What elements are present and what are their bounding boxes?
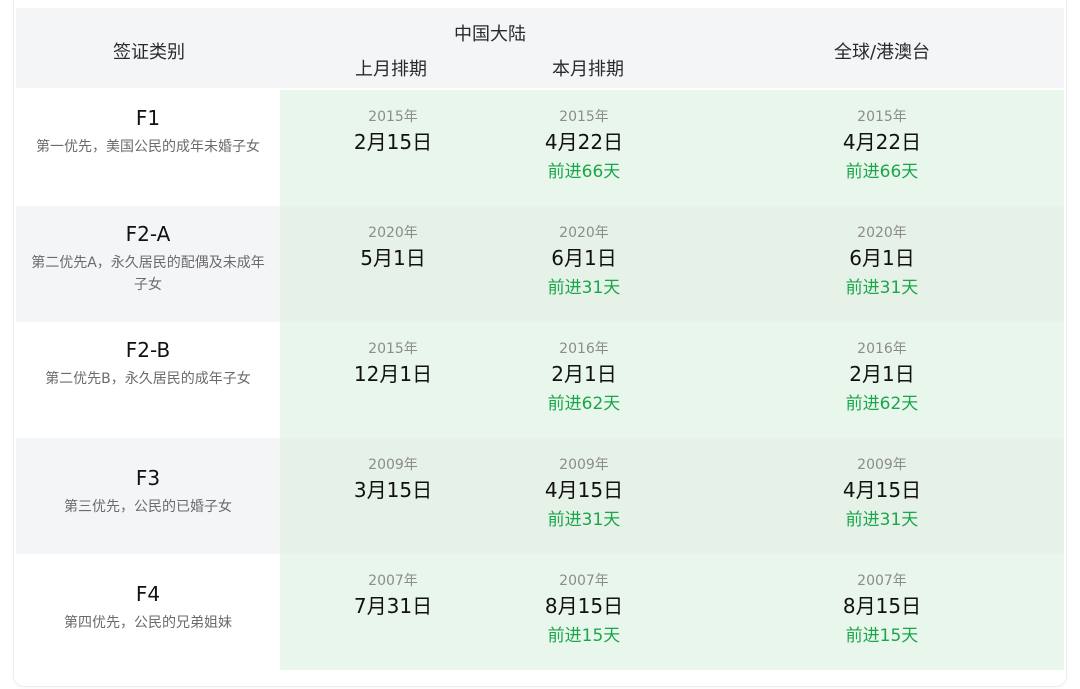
table-header: 签证类别 中国大陆 上月排期 本月排期 全球/港澳台 (16, 8, 1064, 88)
this-month-cell: 2020年 6月1日 前进31天 (504, 224, 664, 300)
category-cell: F2-A 第二优先A，永久居民的配偶及未成年子女 (16, 206, 280, 322)
global-advance: 前进62天 (845, 394, 919, 414)
global-advance: 前进15天 (845, 626, 919, 646)
global-advance: 前进31天 (845, 278, 919, 298)
visa-description: 第三优先，公民的已婚子女 (64, 499, 232, 515)
global-cell: 2007年 8月15日 前进15天 (802, 572, 962, 648)
header-mainland: 中国大陆 (454, 24, 526, 45)
this-month-date: 2月1日 (551, 362, 617, 386)
table-row-f2a: F2-A 第二优先A，永久居民的配偶及未成年子女 2020年 5月1日 2020… (16, 206, 1064, 322)
this-month-advance: 前进31天 (547, 510, 621, 530)
data-cells: 2007年 7月31日 2007年 8月15日 前进15天 2007年 8月15… (280, 554, 1064, 670)
this-month-advance: 前进15天 (547, 626, 621, 646)
visa-description: 第二优先B，永久居民的成年子女 (45, 371, 251, 387)
last-month-year: 2020年 (368, 225, 418, 241)
this-month-cell: 2007年 8月15日 前进15天 (504, 572, 664, 648)
global-date: 8月15日 (842, 594, 922, 618)
global-advance: 前进31天 (845, 510, 919, 530)
header-global: 全球/港澳台 (833, 42, 931, 63)
global-year: 2016年 (857, 341, 907, 357)
visa-code: F2-B (125, 338, 171, 362)
global-cell: 2016年 2月1日 前进62天 (802, 340, 962, 416)
global-year: 2015年 (857, 109, 907, 125)
this-month-year: 2015年 (559, 109, 609, 125)
header-this-month: 本月排期 (552, 59, 624, 80)
this-month-advance: 前进66天 (547, 162, 621, 182)
global-year: 2020年 (857, 225, 907, 241)
visa-code: F2-A (125, 222, 171, 246)
this-month-date: 4月22日 (544, 130, 624, 154)
header-category: 签证类别 (113, 42, 185, 63)
this-month-advance: 前进31天 (547, 278, 621, 298)
category-cell: F2-B 第二优先B，永久居民的成年子女 (16, 322, 280, 438)
global-date: 4月15日 (842, 478, 922, 502)
this-month-year: 2020年 (559, 225, 609, 241)
last-month-year: 2009年 (368, 457, 418, 473)
category-cell: F1 第一优先，美国公民的成年未婚子女 (16, 90, 280, 206)
last-month-date: 5月1日 (360, 246, 426, 270)
this-month-year: 2016年 (559, 341, 609, 357)
table-row-f4: F4 第四优先，公民的兄弟姐妹 2007年 7月31日 2007年 8月15日 … (16, 554, 1064, 670)
this-month-date: 4月15日 (544, 478, 624, 502)
global-advance: 前进66天 (845, 162, 919, 182)
data-cells: 2009年 3月15日 2009年 4月15日 前进31天 2009年 4月15… (280, 438, 1064, 554)
category-cell: F4 第四优先，公民的兄弟姐妹 (16, 554, 280, 670)
global-date: 6月1日 (849, 246, 915, 270)
visa-code: F3 (135, 466, 161, 490)
last-month-date: 12月1日 (353, 362, 433, 386)
global-cell: 2009年 4月15日 前进31天 (802, 456, 962, 532)
last-month-date: 2月15日 (353, 130, 433, 154)
category-cell: F3 第三优先，公民的已婚子女 (16, 438, 280, 554)
visa-description: 第一优先，美国公民的成年未婚子女 (36, 139, 260, 155)
last-month-cell: 2020年 5月1日 (313, 224, 473, 272)
last-month-date: 3月15日 (353, 478, 433, 502)
last-month-cell: 2015年 2月15日 (313, 108, 473, 156)
last-month-cell: 2015年 12月1日 (313, 340, 473, 388)
last-month-cell: 2009年 3月15日 (313, 456, 473, 504)
data-cells: 2020年 5月1日 2020年 6月1日 前进31天 2020年 6月1日 前… (280, 206, 1064, 322)
last-month-year: 2015年 (368, 109, 418, 125)
last-month-date: 7月31日 (353, 594, 433, 618)
visa-code: F1 (135, 106, 161, 130)
this-month-date: 6月1日 (551, 246, 617, 270)
visa-code: F4 (135, 582, 161, 606)
this-month-cell: 2015年 4月22日 前进66天 (504, 108, 664, 184)
this-month-cell: 2016年 2月1日 前进62天 (504, 340, 664, 416)
data-cells: 2015年 12月1日 2016年 2月1日 前进62天 2016年 2月1日 … (280, 322, 1064, 438)
last-month-year: 2015年 (368, 341, 418, 357)
global-year: 2007年 (857, 573, 907, 589)
data-cells: 2015年 2月15日 2015年 4月22日 前进66天 2015年 4月22… (280, 90, 1064, 206)
visa-description: 第二优先A，永久居民的配偶及未成年子女 (31, 255, 265, 293)
this-month-date: 8月15日 (544, 594, 624, 618)
this-month-advance: 前进62天 (547, 394, 621, 414)
this-month-cell: 2009年 4月15日 前进31天 (504, 456, 664, 532)
visa-bulletin-table: 签证类别 中国大陆 上月排期 本月排期 全球/港澳台 F1 第一优先，美国公民的… (14, 0, 1066, 686)
last-month-cell: 2007年 7月31日 (313, 572, 473, 620)
table-row-f1: F1 第一优先，美国公民的成年未婚子女 2015年 2月15日 2015年 4月… (16, 90, 1064, 206)
global-year: 2009年 (857, 457, 907, 473)
table-row-f2b: F2-B 第二优先B，永久居民的成年子女 2015年 12月1日 2016年 2… (16, 322, 1064, 438)
last-month-year: 2007年 (368, 573, 418, 589)
this-month-year: 2009年 (559, 457, 609, 473)
visa-description: 第四优先，公民的兄弟姐妹 (64, 615, 232, 631)
global-date: 4月22日 (842, 130, 922, 154)
global-date: 2月1日 (849, 362, 915, 386)
header-last-month: 上月排期 (355, 59, 427, 80)
global-cell: 2015年 4月22日 前进66天 (802, 108, 962, 184)
this-month-year: 2007年 (559, 573, 609, 589)
global-cell: 2020年 6月1日 前进31天 (802, 224, 962, 300)
table-row-f3: F3 第三优先，公民的已婚子女 2009年 3月15日 2009年 4月15日 … (16, 438, 1064, 554)
